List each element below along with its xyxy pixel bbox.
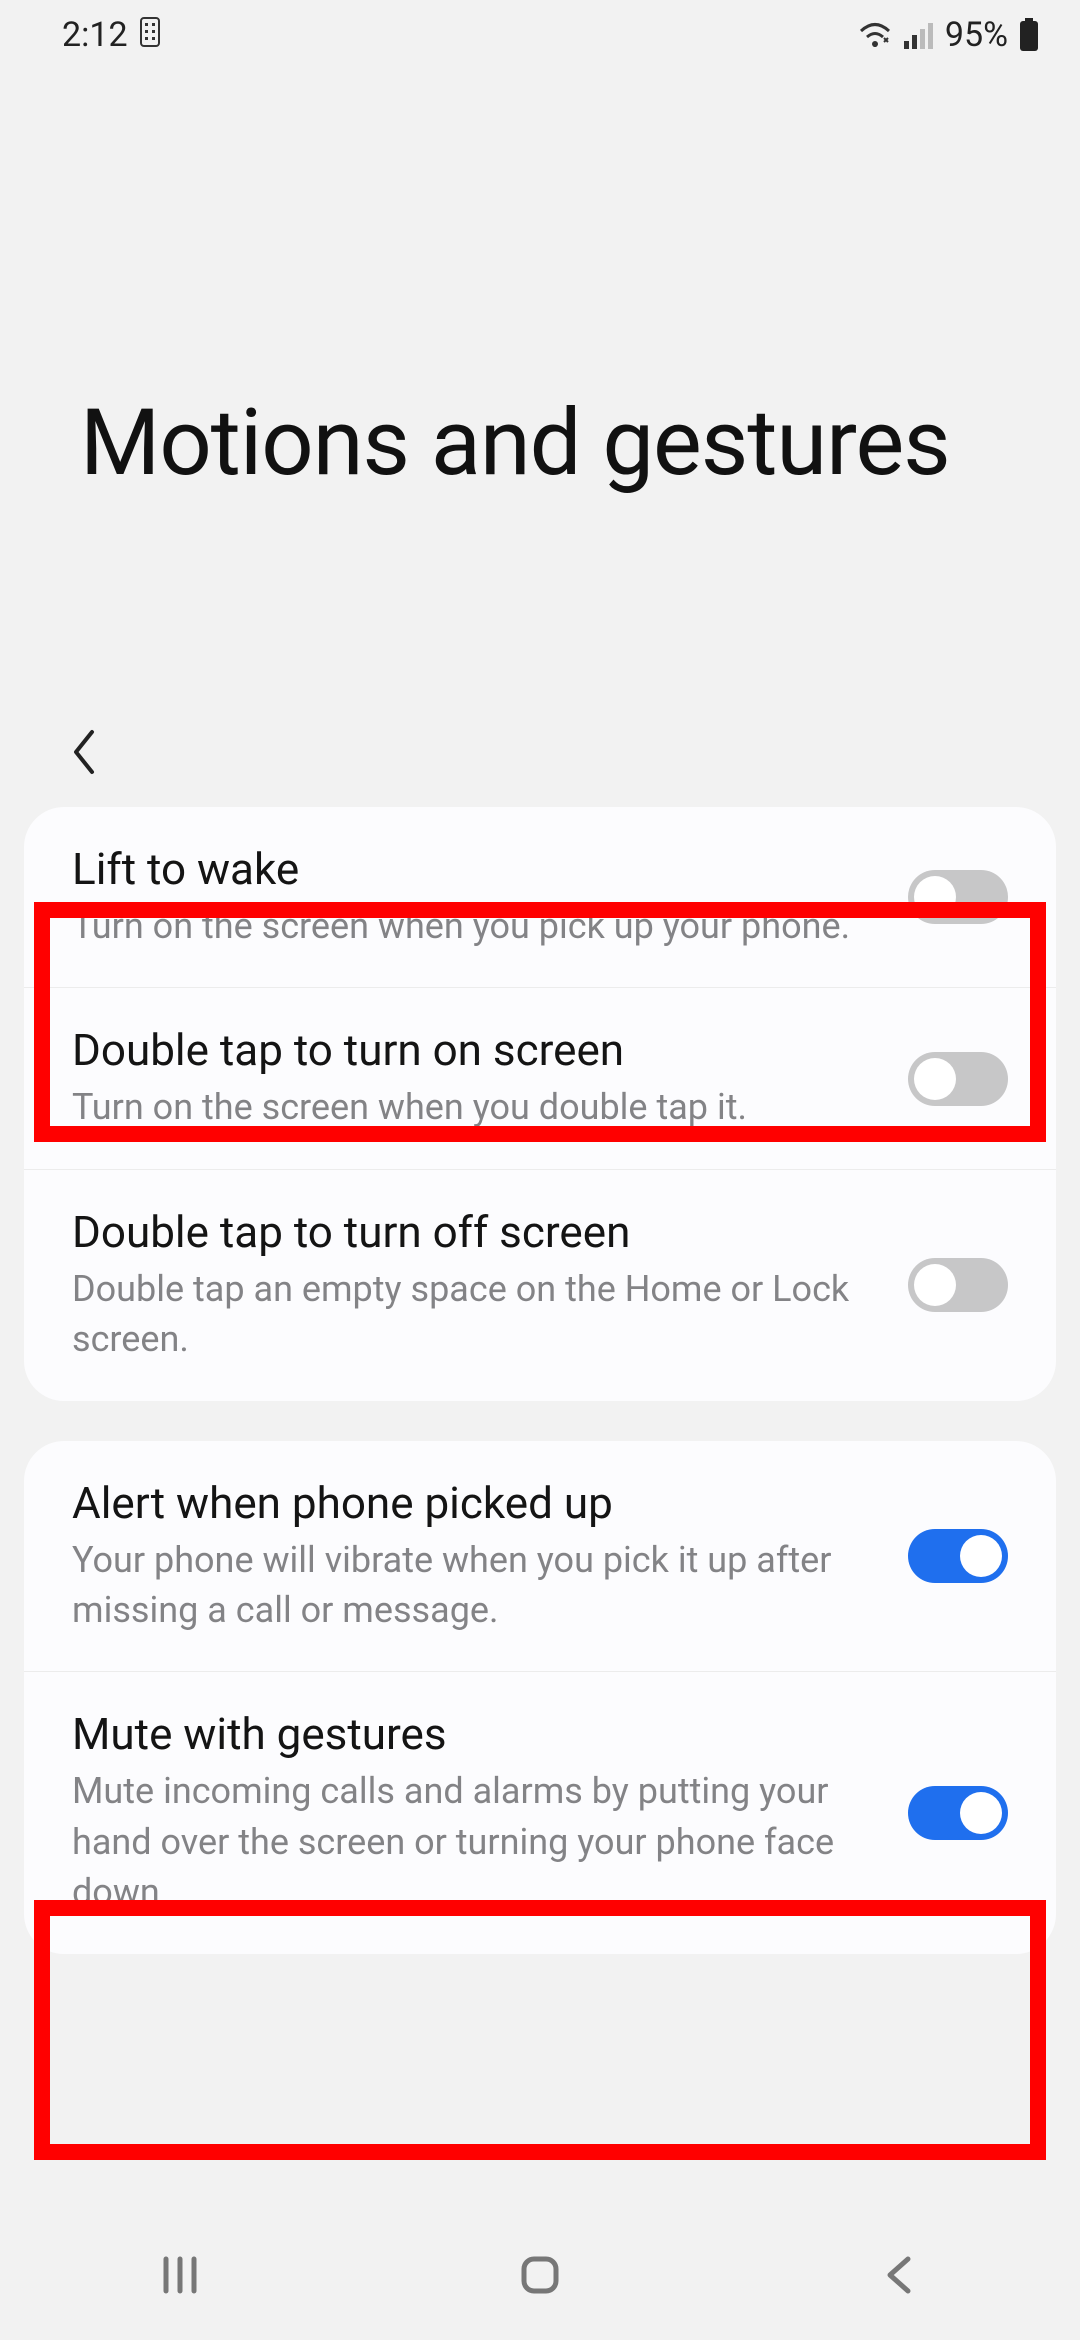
- toggle-double-tap-on[interactable]: [908, 1052, 1008, 1106]
- setting-text: Alert when phone picked up Your phone wi…: [72, 1477, 872, 1636]
- setting-text: Double tap to turn off screen Double tap…: [72, 1206, 872, 1365]
- battery-percent: 95%: [945, 15, 1008, 55]
- setting-desc: Double tap an empty space on the Home or…: [72, 1264, 872, 1365]
- page-title: Motions and gestures: [80, 390, 1000, 497]
- setting-mute-gestures[interactable]: Mute with gestures Mute incoming calls a…: [24, 1671, 1056, 1953]
- setting-desc: Mute incoming calls and alarms by puttin…: [72, 1766, 872, 1917]
- setting-title: Mute with gestures: [72, 1708, 872, 1760]
- setting-title: Lift to wake: [72, 843, 872, 895]
- toggle-alert-pickup[interactable]: [908, 1529, 1008, 1583]
- title-area: Motions and gestures: [0, 70, 1080, 697]
- nav-recents-icon[interactable]: [150, 2245, 210, 2305]
- setting-lift-to-wake[interactable]: Lift to wake Turn on the screen when you…: [24, 807, 1056, 987]
- signal-icon: [903, 21, 935, 49]
- sim-icon: [140, 17, 160, 54]
- status-time: 2:12: [62, 15, 128, 55]
- nav-back-icon[interactable]: [870, 2245, 930, 2305]
- back-row: [0, 697, 1080, 807]
- setting-title: Alert when phone picked up: [72, 1477, 872, 1529]
- setting-double-tap-on[interactable]: Double tap to turn on screen Turn on the…: [24, 987, 1056, 1168]
- setting-title: Double tap to turn off screen: [72, 1206, 872, 1258]
- back-icon[interactable]: [70, 728, 98, 776]
- status-right: 95%: [857, 15, 1040, 55]
- status-bar: 2:12 95%: [0, 0, 1080, 70]
- battery-icon: [1018, 18, 1040, 52]
- settings-group-2: Alert when phone picked up Your phone wi…: [24, 1441, 1056, 1954]
- setting-desc: Your phone will vibrate when you pick it…: [72, 1535, 872, 1636]
- content-area: Lift to wake Turn on the screen when you…: [0, 807, 1080, 1954]
- setting-text: Mute with gestures Mute incoming calls a…: [72, 1708, 872, 1917]
- navigation-bar: [0, 2210, 1080, 2340]
- toggle-double-tap-off[interactable]: [908, 1258, 1008, 1312]
- setting-double-tap-off[interactable]: Double tap to turn off screen Double tap…: [24, 1169, 1056, 1401]
- settings-group-1: Lift to wake Turn on the screen when you…: [24, 807, 1056, 1401]
- setting-text: Lift to wake Turn on the screen when you…: [72, 843, 872, 951]
- wifi-icon: [857, 21, 893, 49]
- setting-title: Double tap to turn on screen: [72, 1024, 872, 1076]
- status-left: 2:12: [62, 15, 160, 55]
- setting-desc: Turn on the screen when you pick up your…: [72, 901, 872, 951]
- setting-desc: Turn on the screen when you double tap i…: [72, 1082, 872, 1132]
- toggle-lift-to-wake[interactable]: [908, 870, 1008, 924]
- setting-alert-pickup[interactable]: Alert when phone picked up Your phone wi…: [24, 1441, 1056, 1672]
- setting-text: Double tap to turn on screen Turn on the…: [72, 1024, 872, 1132]
- toggle-mute-gestures[interactable]: [908, 1786, 1008, 1840]
- nav-home-icon[interactable]: [510, 2245, 570, 2305]
